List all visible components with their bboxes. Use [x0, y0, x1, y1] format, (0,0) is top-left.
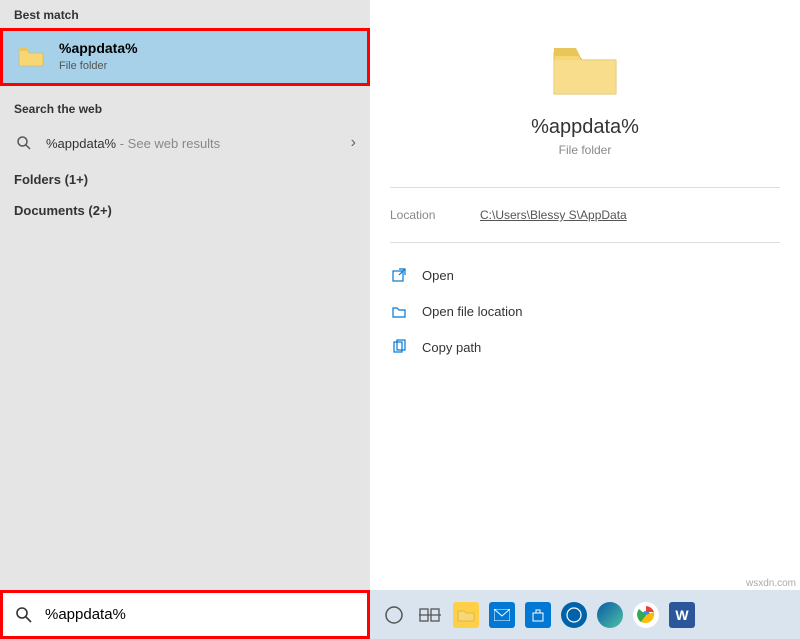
divider	[390, 242, 780, 243]
open-action[interactable]: Open	[390, 257, 780, 293]
location-row: Location C:\Users\Blessy S\AppData	[390, 202, 780, 228]
best-match-result[interactable]: %appdata% File folder	[0, 28, 370, 86]
open-label: Open	[422, 268, 454, 283]
preview-subtitle: File folder	[390, 143, 780, 157]
best-match-header: Best match	[0, 0, 370, 28]
open-icon	[390, 266, 408, 284]
search-results-panel: Best match %appdata% File folder Search …	[0, 0, 370, 590]
mail-icon[interactable]	[484, 595, 520, 635]
copy-icon	[390, 338, 408, 356]
dell-icon[interactable]	[556, 595, 592, 635]
chrome-icon[interactable]	[628, 595, 664, 635]
copy-path-label: Copy path	[422, 340, 481, 355]
search-icon	[15, 606, 33, 624]
folder-icon	[17, 45, 45, 69]
search-input[interactable]	[45, 606, 325, 623]
file-explorer-icon[interactable]	[448, 595, 484, 635]
web-result-label: %appdata% - See web results	[46, 136, 220, 151]
open-location-label: Open file location	[422, 304, 522, 319]
best-match-subtitle: File folder	[59, 59, 138, 73]
location-label: Location	[390, 208, 480, 222]
edge-icon[interactable]	[592, 595, 628, 635]
open-location-action[interactable]: Open file location	[390, 293, 780, 329]
folder-icon-large	[550, 40, 620, 100]
copy-path-action[interactable]: Copy path	[390, 329, 780, 365]
web-result-item[interactable]: %appdata% - See web results ›	[0, 122, 370, 164]
task-view-icon[interactable]	[412, 595, 448, 635]
best-match-text: %appdata% File folder	[59, 40, 138, 73]
store-icon[interactable]	[520, 595, 556, 635]
divider	[390, 187, 780, 188]
documents-group[interactable]: Documents (2+)	[0, 195, 370, 226]
open-location-icon	[390, 302, 408, 320]
cortana-icon[interactable]	[376, 595, 412, 635]
preview-title: %appdata%	[390, 116, 780, 139]
preview-panel: %appdata% File folder Location C:\Users\…	[370, 0, 800, 590]
taskbar: W	[370, 590, 800, 639]
word-icon[interactable]: W	[664, 595, 700, 635]
location-value[interactable]: C:\Users\Blessy S\AppData	[480, 208, 627, 222]
best-match-title: %appdata%	[59, 40, 138, 57]
search-web-header: Search the web	[0, 94, 370, 122]
folders-group[interactable]: Folders (1+)	[0, 164, 370, 195]
search-bar[interactable]	[0, 590, 370, 639]
chevron-right-icon: ›	[351, 134, 356, 152]
search-icon	[14, 133, 34, 153]
watermark: wsxdn.com	[746, 578, 796, 589]
